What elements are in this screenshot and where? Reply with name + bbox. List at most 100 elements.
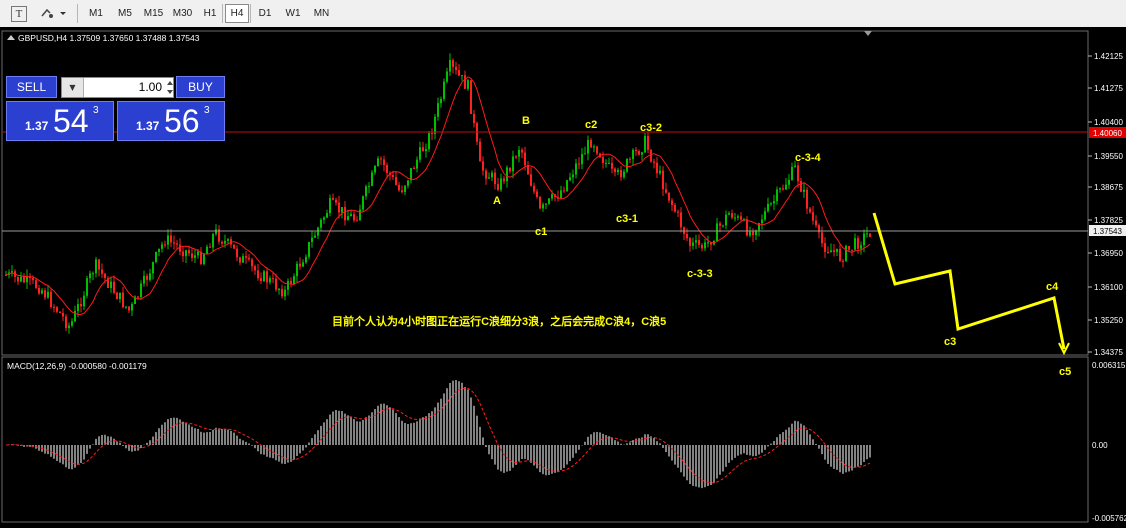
candle-body	[323, 217, 325, 220]
candle-body	[749, 231, 751, 236]
candle-body	[452, 60, 454, 67]
candle-body	[458, 70, 460, 76]
ask-pips: 56	[164, 103, 200, 139]
timeframe-d1[interactable]: D1	[253, 4, 277, 23]
candle-body	[125, 306, 127, 308]
candle-body	[89, 273, 91, 279]
candle-body	[602, 157, 604, 163]
candle-body	[170, 235, 172, 243]
lot-dropdown-icon[interactable]: ▼	[62, 78, 84, 97]
lot-size-input[interactable]: ▼ 1.00	[61, 77, 174, 98]
candle-body	[317, 227, 319, 236]
candle-body	[845, 245, 847, 261]
timeframe-m30[interactable]: M30	[169, 4, 196, 23]
candle-body	[359, 209, 361, 221]
candle-body	[524, 152, 526, 166]
candle-body	[596, 146, 598, 154]
candle-body	[176, 243, 178, 245]
candle-body	[149, 273, 151, 280]
price-axis-label: 1.37825	[1094, 216, 1123, 225]
candle-body	[647, 135, 649, 150]
timeframe-h1[interactable]: H1	[198, 4, 222, 23]
candle-body	[116, 292, 118, 300]
lot-spinner-icon[interactable]	[166, 78, 174, 97]
chart-window[interactable]: 1.42125 1.41275 1.40400 1.39550 1.38675 1.378…	[0, 27, 1126, 524]
candle-body	[827, 251, 829, 253]
candle-body	[152, 262, 154, 274]
candle-body	[593, 146, 595, 148]
candle-body	[341, 207, 343, 213]
candle-body	[350, 214, 352, 217]
candle-body	[533, 185, 535, 192]
candle-body	[44, 290, 46, 298]
candle-body	[269, 278, 271, 283]
timeframe-h4[interactable]: H4	[225, 4, 249, 23]
wave-labels: A B c1 c2 c3-1 c3-2 c-3-3 c-3-4 c3 c4 c5	[493, 115, 1071, 378]
candle-body	[860, 245, 862, 249]
candle-body	[278, 288, 280, 290]
sell-button[interactable]: SELL	[6, 76, 57, 98]
candle-body	[407, 180, 409, 186]
candle-body	[521, 149, 523, 153]
candle-body	[110, 281, 112, 289]
wave-label-c3-2: c3-2	[640, 122, 662, 134]
timeframe-w1[interactable]: W1	[281, 4, 305, 23]
shapes-tool-icon[interactable]	[40, 4, 66, 22]
candle-body	[47, 291, 49, 298]
candle-body	[470, 80, 472, 114]
candle-body	[386, 165, 388, 173]
candle-body	[833, 250, 835, 252]
candle-body	[245, 256, 247, 258]
buy-button[interactable]: BUY	[176, 76, 225, 98]
candle-body	[530, 174, 532, 186]
ask-quote[interactable]: 1.37 56 3	[117, 101, 225, 141]
candle-body	[215, 229, 217, 235]
timeframe-mn[interactable]: MN	[309, 4, 334, 23]
toolbar-separator	[77, 4, 78, 23]
price-axis-label: 1.38675	[1094, 183, 1123, 192]
candle-body	[641, 152, 643, 155]
candle-body	[806, 189, 808, 209]
candle-body	[542, 204, 544, 209]
candle-body	[239, 257, 241, 263]
candle-body	[62, 312, 64, 317]
candle-body	[398, 184, 400, 191]
candle-body	[260, 278, 262, 282]
candle-body	[830, 250, 832, 253]
candle-body	[257, 270, 259, 279]
candle-body	[284, 289, 286, 297]
candle-body	[122, 292, 124, 308]
candle-body	[635, 149, 637, 152]
candle-body	[722, 225, 724, 227]
candle-body	[338, 202, 340, 213]
candle-body	[392, 175, 394, 178]
candle-body	[656, 162, 658, 174]
candle-body	[449, 60, 451, 72]
candle-body	[506, 167, 508, 182]
candle-body	[776, 189, 778, 202]
price-axis-label: 1.41275	[1094, 84, 1123, 93]
candle-body	[383, 159, 385, 166]
timeframe-m1[interactable]: M1	[83, 4, 109, 23]
candle-body	[764, 211, 766, 220]
candle-body	[584, 153, 586, 155]
candle-body	[737, 216, 739, 218]
candle-body	[20, 276, 22, 282]
timeframe-m15[interactable]: M15	[140, 4, 167, 23]
candle-body	[821, 232, 823, 244]
candle-body	[665, 189, 667, 193]
candle-body	[275, 278, 277, 290]
timeframe-m5[interactable]: M5	[112, 4, 138, 23]
candle-body	[443, 81, 445, 99]
candle-body	[203, 254, 205, 265]
candle-body	[332, 198, 334, 200]
candle-body	[161, 244, 163, 249]
text-tool-icon[interactable]: T	[11, 6, 27, 22]
candle-body	[854, 238, 856, 250]
candle-body	[578, 163, 580, 165]
candle-body	[266, 271, 268, 283]
candle-body	[617, 169, 619, 173]
candle-body	[791, 166, 793, 180]
candle-body	[680, 212, 682, 228]
bid-quote[interactable]: 1.37 54 3	[6, 101, 114, 141]
